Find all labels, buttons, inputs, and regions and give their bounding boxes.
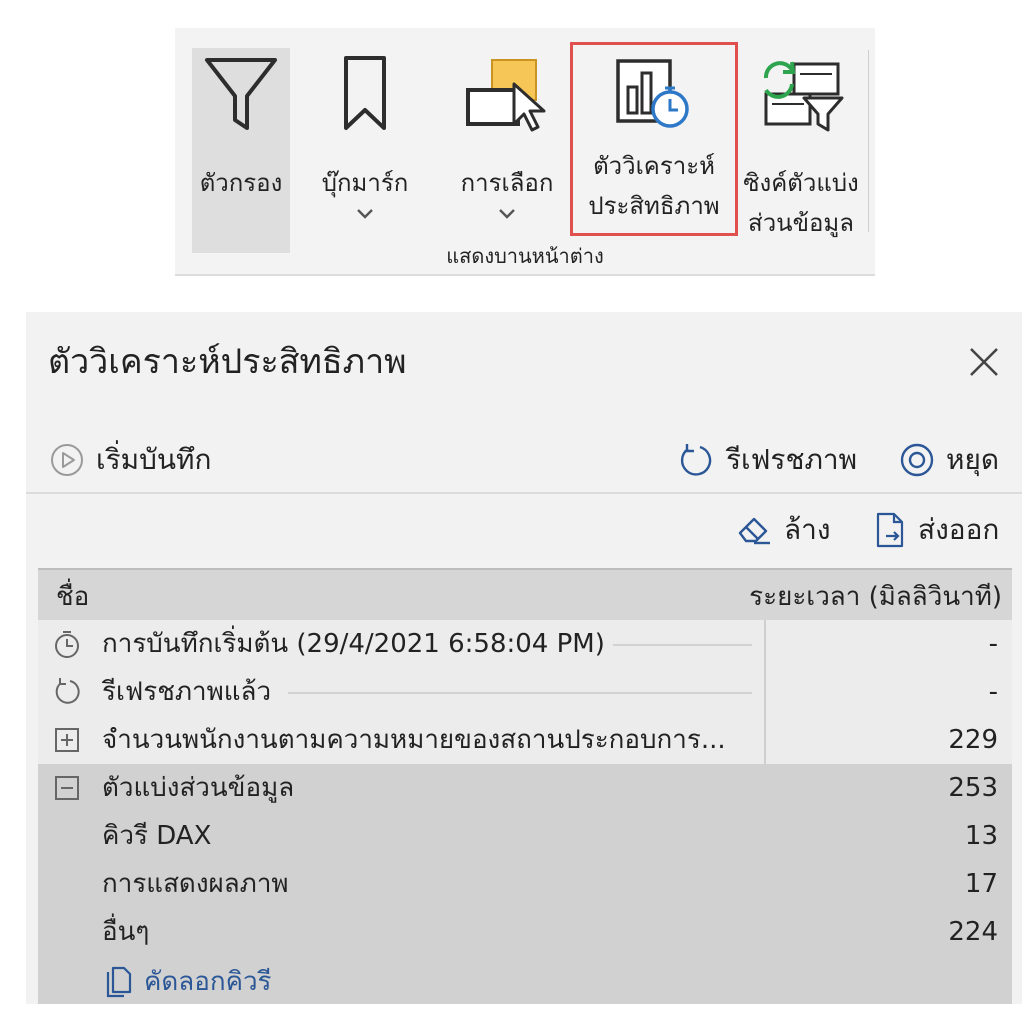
row-name: การบันทึกเริ่มต้น (29/4/2021 6:58:04 PM) xyxy=(102,627,613,661)
row-name-cell: การแสดงผลภาพ xyxy=(38,860,764,908)
bookmarks-pane-button[interactable]: บุ๊กมาร์ก xyxy=(315,48,415,253)
stop-button[interactable]: หยุด xyxy=(900,440,999,480)
column-header-duration[interactable]: ระยะเวลา (มิลลิวินาที) xyxy=(749,580,1002,614)
play-icon xyxy=(51,444,83,476)
row-name: รีเฟรชภาพแล้ว xyxy=(102,675,280,709)
chevron-down-icon[interactable] xyxy=(447,208,567,228)
sync-slicers-label-line2: ส่วนข้อมูล xyxy=(748,209,854,237)
export-button[interactable]: ส่งออก xyxy=(874,510,999,550)
row-name-cell: คิวรี DAX xyxy=(38,812,764,860)
row-duration: 224 xyxy=(948,917,998,947)
pane-title: ตัววิเคราะห์ประสิทธิภาพ xyxy=(48,342,407,382)
table-row[interactable]: รีเฟรชภาพแล้ว - xyxy=(38,668,1012,716)
row-name-cell: รีเฟรชภาพแล้ว xyxy=(38,668,766,716)
performance-table: ชื่อ ระยะเวลา (มิลลิวินาที) การบันทึกเริ… xyxy=(38,568,1012,1004)
performance-analyzer-button[interactable]: ตัววิเคราะห์ ประสิทธิภาพ xyxy=(570,42,738,236)
row-duration: 253 xyxy=(948,773,998,803)
row-duration: 229 xyxy=(948,725,998,755)
row-name: อื่นๆ xyxy=(102,917,150,947)
table-row[interactable]: อื่นๆ 224 xyxy=(38,908,1012,956)
expand-icon[interactable] xyxy=(52,725,82,755)
row-duration: 17 xyxy=(964,869,998,899)
row-duration: - xyxy=(988,629,998,659)
export-label: ส่งออก xyxy=(918,513,1000,546)
refresh-icon xyxy=(55,678,80,704)
table-row[interactable]: การบันทึกเริ่มต้น (29/4/2021 6:58:04 PM)… xyxy=(38,620,1012,668)
row-name-cell: จำนวนพนักงานตามความหมายของสถานประกอบการ.… xyxy=(38,716,766,764)
row-name: จำนวนพนักงานตามความหมายของสถานประกอบการ.… xyxy=(102,723,734,757)
sync-slicers-label-line1: ซิงค์ตัวแบ่ง xyxy=(743,169,859,197)
start-recording-button[interactable]: เริ่มบันทึก xyxy=(50,440,211,480)
sync-slicers-button[interactable]: ซิงค์ตัวแบ่ง ส่วนข้อมูล xyxy=(737,48,865,253)
start-recording-label: เริ่มบันทึก xyxy=(96,443,212,476)
bookmark-icon xyxy=(315,54,415,134)
copy-query-link[interactable]: คัดลอกคิวรี xyxy=(104,961,272,1002)
collapse-icon[interactable] xyxy=(52,773,82,803)
eraser-icon xyxy=(738,517,770,545)
stop-icon xyxy=(900,443,934,477)
ribbon-divider xyxy=(868,50,869,232)
refresh-icon xyxy=(680,444,712,476)
ribbon-group-label: แสดงบานหน้าต่าง xyxy=(446,244,604,268)
performance-analyzer-pane: ตัววิเคราะห์ประสิทธิภาพ เริ่มบันทึก รีเฟ… xyxy=(26,312,1022,1004)
stop-label: หยุด xyxy=(946,443,1000,476)
performance-analyzer-icon xyxy=(573,57,735,137)
table-row[interactable]: คิวรี DAX 13 xyxy=(38,812,1012,860)
performance-analyzer-label: ตัววิเคราะห์ ประสิทธิภาพ xyxy=(573,146,735,226)
refresh-visuals-label: รีเฟรชภาพ xyxy=(726,443,858,476)
clear-label: ล้าง xyxy=(784,513,831,546)
performance-analyzer-label-line1: ตัววิเคราะห์ xyxy=(593,152,715,180)
copy-query-label: คัดลอกคิวรี xyxy=(144,967,272,997)
row-name-cell: การบันทึกเริ่มต้น (29/4/2021 6:58:04 PM) xyxy=(38,620,766,668)
sync-slicers-icon xyxy=(737,54,865,134)
copy-icon xyxy=(106,966,132,997)
row-name: ตัวแบ่งส่วนข้อมูล xyxy=(102,773,295,803)
table-row[interactable]: การแสดงผลภาพ 17 xyxy=(38,860,1012,908)
row-name-cell: อื่นๆ xyxy=(38,908,764,956)
row-name: การแสดงผลภาพ xyxy=(102,869,289,899)
row-duration: - xyxy=(988,677,998,707)
table-body: การบันทึกเริ่มต้น (29/4/2021 6:58:04 PM)… xyxy=(38,620,1012,1004)
table-row[interactable]: จำนวนพนักงานตามความหมายของสถานประกอบการ.… xyxy=(38,716,1012,764)
pane-toolbar: เริ่มบันทึก รีเฟรชภาพ หยุด xyxy=(26,432,1022,494)
row-duration: 13 xyxy=(964,821,998,851)
selection-pane-label: การเลือก xyxy=(460,169,554,197)
selection-icon xyxy=(447,54,567,134)
sync-slicers-label: ซิงค์ตัวแบ่ง ส่วนข้อมูล xyxy=(737,163,865,243)
filter-icon xyxy=(192,54,290,134)
export-icon xyxy=(876,512,904,548)
bookmarks-pane-label: บุ๊กมาร์ก xyxy=(321,169,409,197)
chevron-down-icon[interactable] xyxy=(315,208,415,228)
copy-query-row: คัดลอกคิวรี xyxy=(38,956,1012,1004)
performance-analyzer-label-line2: ประสิทธิภาพ xyxy=(588,192,720,220)
table-header: ชื่อ ระยะเวลา (มิลลิวินาที) xyxy=(38,568,1012,624)
selection-pane-button[interactable]: การเลือก xyxy=(447,48,567,253)
refresh-visuals-button[interactable]: รีเฟรชภาพ xyxy=(678,440,857,480)
stopwatch-icon xyxy=(55,631,79,658)
view-ribbon-group: ตัวกรอง บุ๊กมาร์ก การเลือก ตัววิเคราะห์ … xyxy=(175,28,875,276)
row-name: คิวรี DAX xyxy=(102,821,212,851)
close-icon[interactable] xyxy=(968,346,1000,378)
filters-pane-button[interactable]: ตัวกรอง xyxy=(192,48,290,253)
row-guide-line xyxy=(598,644,752,646)
row-name-cell: ตัวแบ่งส่วนข้อมูล xyxy=(38,764,764,812)
filters-pane-label: ตัวกรอง xyxy=(199,169,283,197)
row-guide-line xyxy=(288,692,752,694)
table-row[interactable]: ตัวแบ่งส่วนข้อมูล 253 xyxy=(38,764,1012,812)
clear-button[interactable]: ล้าง xyxy=(736,510,831,550)
column-header-name[interactable]: ชื่อ xyxy=(56,580,89,614)
